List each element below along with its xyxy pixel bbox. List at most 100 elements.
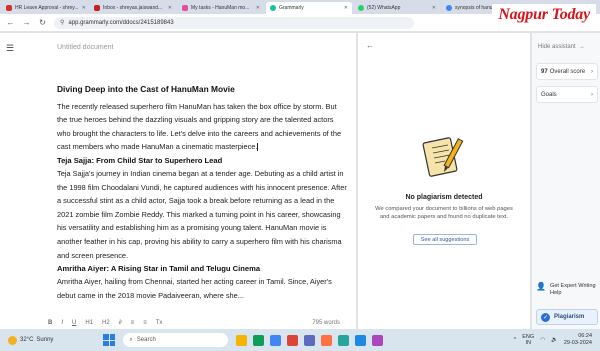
document-heading: Diving Deep into the Cast of HanuMan Mov… xyxy=(57,84,235,94)
weather-desc: Sunny xyxy=(36,337,54,343)
word-count[interactable]: 795 words xyxy=(312,320,340,326)
browser-tab-my-tasks[interactable]: My tasks - HanuMan mo... ✕ xyxy=(178,2,264,14)
close-tab-icon[interactable]: ✕ xyxy=(168,5,172,11)
heading2-button[interactable]: H2 xyxy=(102,320,110,326)
section-paragraph: Amritha Aiyer, hailing from Chennai, sta… xyxy=(57,277,332,300)
browser-tab-hr-leave[interactable]: HR Leave Approval - shrey... ✕ xyxy=(2,2,88,14)
site-info-icon[interactable]: ⚲ xyxy=(60,19,64,26)
taskbar-app-icon[interactable] xyxy=(287,334,299,346)
speaker-icon[interactable]: 🔈 xyxy=(551,337,558,343)
sun-icon xyxy=(8,335,17,345)
chevron-right-icon: › xyxy=(591,68,593,75)
hide-assistant-button[interactable]: Hide assistant → xyxy=(538,44,585,50)
document-pencil-icon xyxy=(422,137,464,177)
plagiarism-button[interactable]: ✓ Plagiarism xyxy=(536,309,598,325)
result-title: No plagiarism detected xyxy=(405,194,483,201)
browser-tab-inbox[interactable]: Inbox - shreyas.jaiswand... ✕ xyxy=(90,2,176,14)
close-tab-icon[interactable]: ✕ xyxy=(82,5,86,11)
italic-button[interactable]: I xyxy=(61,320,63,326)
ordered-list-button[interactable]: ≡ xyxy=(131,320,135,326)
checkmark-icon: ✓ xyxy=(541,312,550,322)
person-icon: 👤 xyxy=(536,282,546,291)
clock-date: 29-03-2024 xyxy=(563,340,592,346)
whatsapp-icon xyxy=(358,5,364,11)
weather-widget[interactable]: 32°C Sunny xyxy=(8,335,54,345)
plagiarism-panel: ← No plagiarism detected We compared you… xyxy=(358,33,530,329)
gmail-icon xyxy=(6,5,12,11)
taskbar: 32°C Sunny ⌕ Search ^ ENG IN ◠ 🔈 06:24 2… xyxy=(0,329,600,351)
clear-format-button[interactable]: Tx xyxy=(156,320,163,326)
taskbar-app-icon[interactable] xyxy=(321,334,333,346)
language-indicator[interactable]: ENG IN xyxy=(522,334,534,346)
goals-label: Goals xyxy=(541,91,557,98)
result-description: We compared your document to billions of… xyxy=(375,206,513,220)
pinned-apps xyxy=(236,334,384,346)
forward-icon[interactable]: → xyxy=(22,18,31,27)
nagpur-today-logo: Nagpur Today xyxy=(492,4,596,26)
underline-button[interactable]: U xyxy=(72,320,76,326)
tasks-icon xyxy=(182,5,188,11)
chevron-up-icon[interactable]: ^ xyxy=(514,337,517,343)
section-heading: Amritha Aiyer: A Rising Star in Tamil an… xyxy=(57,264,261,274)
close-tab-icon[interactable]: ✕ xyxy=(256,5,260,11)
clock-time: 06:24 xyxy=(578,333,592,339)
tab-label: Grammarly xyxy=(279,5,304,11)
windows-start-icon[interactable] xyxy=(103,334,116,346)
url-field[interactable]: ⚲ app.grammarly.com/ddocs/2415189843 xyxy=(54,16,414,29)
wifi-icon[interactable]: ◠ xyxy=(540,337,545,343)
taskbar-app-icon[interactable] xyxy=(253,334,265,346)
document-editor: ☰ Untitled document Diving Deep into the… xyxy=(0,33,357,329)
tab-label: HR Leave Approval - shrey... xyxy=(15,5,79,11)
taskbar-app-icon[interactable] xyxy=(355,334,367,346)
tab-label: Inbox - shreyas.jaiswand... xyxy=(103,5,163,11)
taskbar-app-icon[interactable] xyxy=(338,334,350,346)
hide-assistant-label: Hide assistant xyxy=(538,44,576,50)
bullet-list-button[interactable]: ≡ xyxy=(143,320,147,326)
overall-score-value: 97 xyxy=(541,68,548,75)
document-title[interactable]: Untitled document xyxy=(57,44,113,51)
expert-writing-help-button[interactable]: 👤 Get Expert Writing Help xyxy=(536,283,598,297)
overall-score-label: Overall score xyxy=(549,68,586,75)
region-code: IN xyxy=(525,340,531,346)
close-tab-icon[interactable]: ✕ xyxy=(344,5,348,11)
search-icon: ⌕ xyxy=(129,336,133,343)
section-heading: Teja Sajja: From Child Star to Superhero… xyxy=(57,155,223,165)
tab-label: (52) WhatsApp xyxy=(367,5,401,11)
taskbar-app-icon[interactable] xyxy=(304,334,316,346)
tab-label: My tasks - HanuMan mo... xyxy=(191,5,250,11)
weather-temp: 32°C xyxy=(20,337,34,343)
assistant-sidebar: Hide assistant → 97 Overall score › Goals… xyxy=(531,33,600,329)
goals-card[interactable]: Goals › xyxy=(536,86,598,103)
arrow-right-icon: → xyxy=(578,44,585,50)
taskbar-search[interactable]: ⌕ Search xyxy=(123,333,229,347)
search-placeholder: Search xyxy=(136,337,156,343)
close-tab-icon[interactable]: ✕ xyxy=(432,5,436,11)
taskbar-app-icon[interactable] xyxy=(372,334,384,346)
system-clock[interactable]: 06:24 29-03-2024 xyxy=(564,333,592,347)
document-body[interactable]: Diving Deep into the Cast of HanuMan Mov… xyxy=(57,83,347,313)
bold-button[interactable]: B xyxy=(48,320,52,326)
text-cursor xyxy=(257,143,259,152)
browser-tab-grammarly[interactable]: Grammarly ✕ xyxy=(266,2,352,14)
plagiarism-label: Plagiarism xyxy=(554,314,585,320)
gmail-icon xyxy=(94,5,100,11)
chevron-right-icon: › xyxy=(591,91,593,98)
system-tray: ^ ENG IN ◠ 🔈 06:24 29-03-2024 xyxy=(514,333,592,347)
link-button[interactable]: ∂ xyxy=(119,320,122,326)
reload-icon[interactable]: ↻ xyxy=(38,18,47,27)
hamburger-menu-icon[interactable]: ☰ xyxy=(6,43,14,54)
back-arrow-icon[interactable]: ← xyxy=(366,41,374,50)
taskbar-app-icon[interactable] xyxy=(270,334,282,346)
formatting-toolbar: B I U H1 H2 ∂ ≡ ≡ Tx 795 words xyxy=(48,317,348,329)
heading1-button[interactable]: H1 xyxy=(85,320,93,326)
grammarly-icon xyxy=(270,5,276,11)
see-all-suggestions-button[interactable]: See all suggestions xyxy=(413,234,477,245)
expert-label: Get Expert Writing Help xyxy=(549,283,596,296)
browser-tab-whatsapp[interactable]: (52) WhatsApp ✕ xyxy=(354,2,440,14)
taskbar-app-icon[interactable] xyxy=(236,334,248,346)
url-text: app.grammarly.com/ddocs/2415189843 xyxy=(68,19,174,26)
overall-score-card[interactable]: 97 Overall score › xyxy=(536,63,598,80)
google-icon xyxy=(446,5,452,11)
section-paragraph: Teja Sajja's journey in Indian cinema be… xyxy=(57,168,347,260)
back-icon[interactable]: ← xyxy=(6,18,15,27)
